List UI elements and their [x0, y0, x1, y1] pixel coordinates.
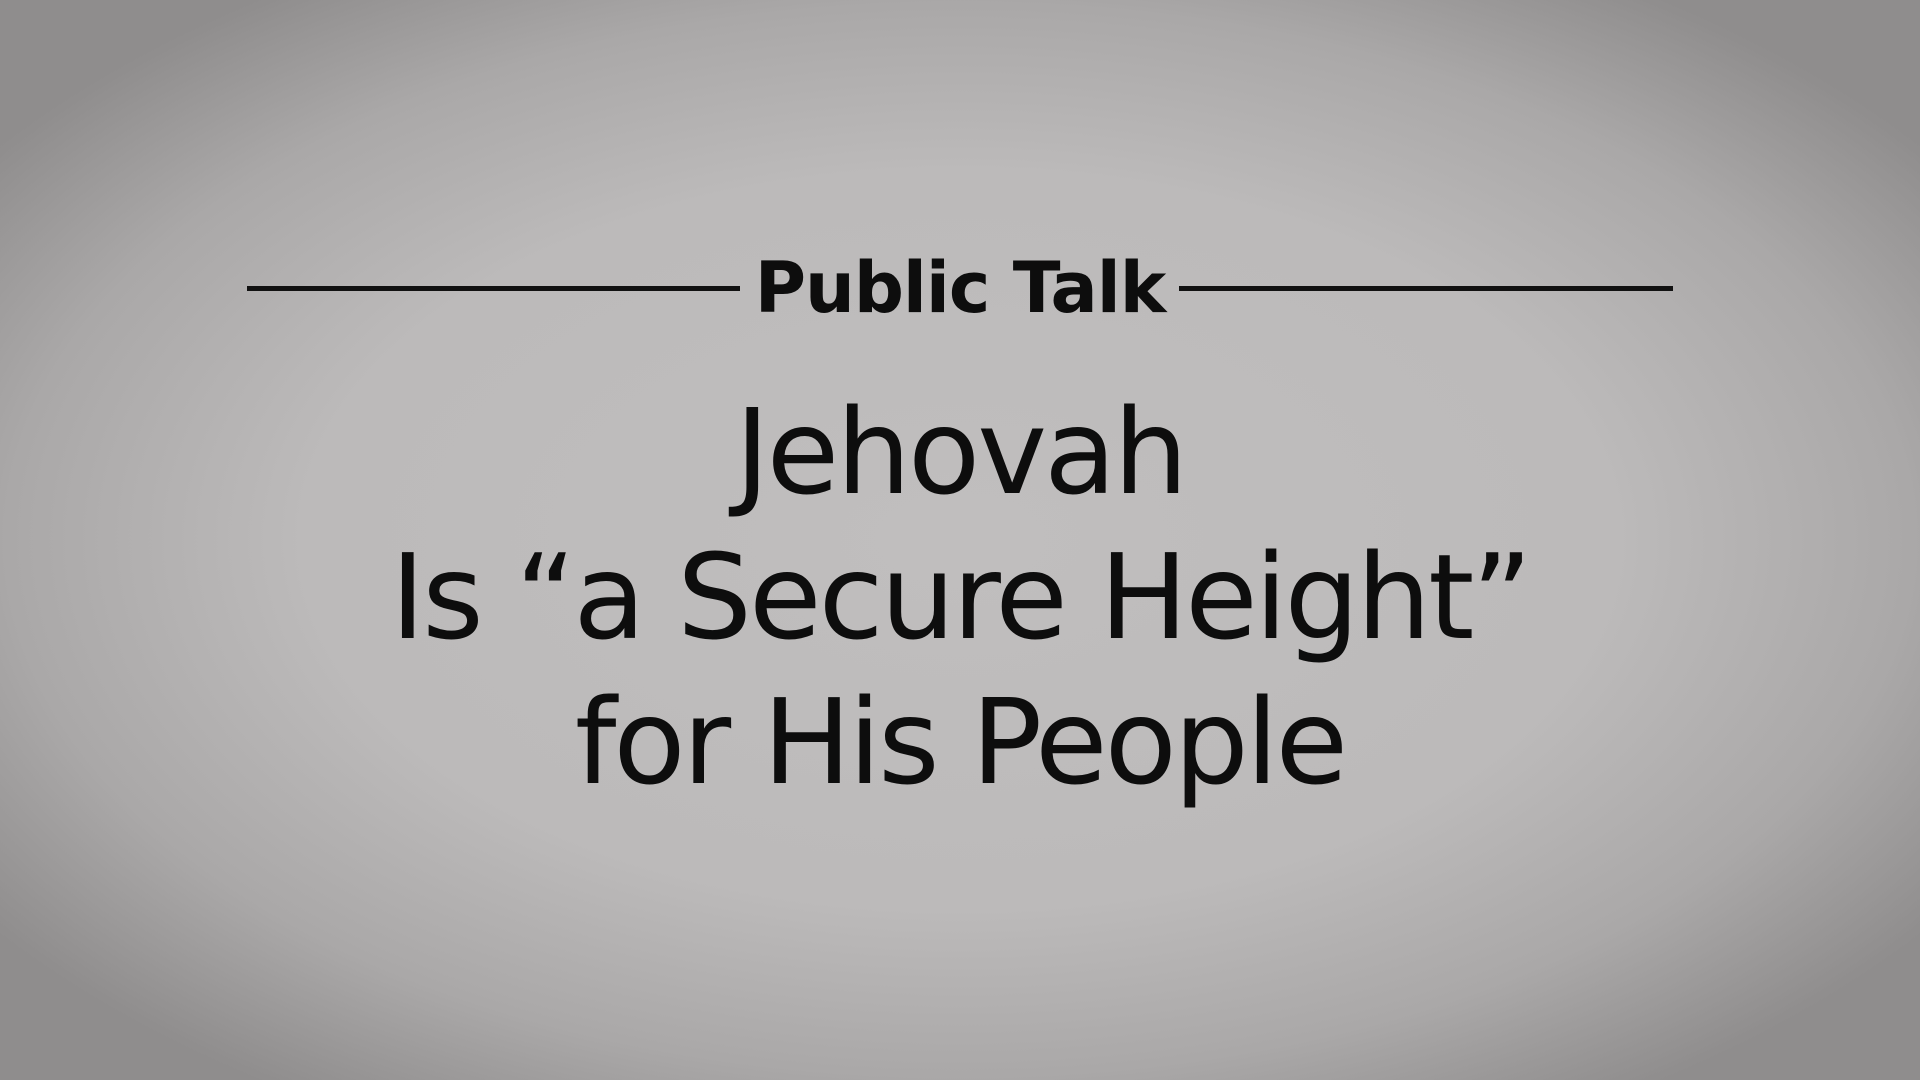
right-divider-line [1179, 286, 1673, 291]
header-row: Public Talk [0, 248, 1920, 328]
title-line-1: Jehovah [734, 383, 1188, 521]
title-line-3: for His People [574, 673, 1348, 811]
talk-title: Jehovah Is “a Secure Height” for His Peo… [0, 380, 1920, 815]
header-label: Public Talk [754, 247, 1167, 329]
left-divider-line [247, 286, 740, 291]
title-line-2: Is “a Secure Height” [390, 528, 1532, 666]
